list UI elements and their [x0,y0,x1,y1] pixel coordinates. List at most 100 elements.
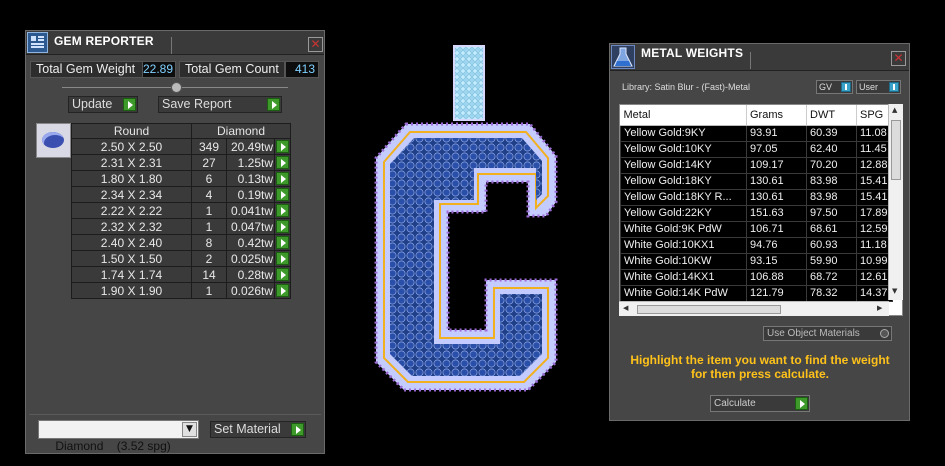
metal-name-cell: White Gold:10KW [620,252,747,270]
select-gem-button[interactable] [274,202,291,219]
metal-table-horizontal-scrollbar[interactable]: ◀ ▶ [619,301,889,316]
select-gem-button[interactable] [274,266,291,283]
gem-size-cell: 2.31 X 2.31 [71,154,192,171]
scroll-up-icon[interactable]: ▲ [892,106,897,114]
gem-table-row[interactable]: 1.50 X 1.50 2 0.025tw [71,250,291,267]
round-diamond-icon [42,132,64,148]
metal-grams-cell: 93.15 [746,252,807,270]
gem-table-row[interactable]: 1.90 X 1.90 1 0.026tw [71,282,291,299]
metal-table-row[interactable]: Yellow Gold:14KY 109.17 70.20 12.88 [620,156,893,174]
gem-size-cell: 2.32 X 2.32 [71,218,192,235]
gem-reporter-titlebar[interactable]: GEM REPORTER ✕ [26,31,324,55]
scroll-left-icon[interactable]: ◀ [623,304,628,312]
metal-table-container[interactable]: Metal Grams DWT SPG Yellow Gold:9KY 93.91… [619,104,903,316]
horizontal-scroll-thumb[interactable] [637,305,781,314]
metal-table-row[interactable]: White Gold:14KX1 106.88 68.72 12.61 [620,268,893,286]
gem-table-row[interactable]: 1.80 X 1.80 6 0.13tw [71,170,291,187]
gem-weight-cell: 0.026tw [226,282,275,299]
metal-table-row[interactable]: Yellow Gold:18KY R... 130.61 83.98 15.41 [620,188,893,206]
column-header-dwt[interactable]: DWT [806,105,857,126]
metal-name-cell: Yellow Gold:18KY [620,172,747,190]
set-material-button[interactable]: Set Material [210,421,306,438]
user-button[interactable]: User [856,80,901,94]
metal-table-row[interactable]: White Gold:9K PdW 106.71 68.61 12.59 [620,220,893,238]
metal-dwt-cell: 78.32 [806,284,857,302]
chevron-down-icon: ▼ [182,422,197,437]
use-object-materials-label: Use Object Materials [767,328,860,339]
select-gem-button[interactable] [274,154,291,171]
scroll-down-icon[interactable]: ▼ [892,287,897,295]
play-arrow-icon [291,423,304,436]
metal-name-cell: Yellow Gold:22KY [620,204,747,222]
gem-table-row[interactable]: 2.32 X 2.32 1 0.047tw [71,218,291,235]
metal-table-row[interactable]: White Gold:10KW 93.15 59.90 10.99 [620,252,893,270]
gem-thumbnail[interactable] [36,123,71,158]
metal-dwt-cell: 97.50 [806,204,857,222]
gem-table-row[interactable]: 2.34 X 2.34 4 0.19tw [71,186,291,203]
info-icon [889,82,899,92]
scroll-right-icon[interactable]: ▶ [877,304,882,312]
play-arrow-icon [795,397,808,410]
play-arrow-icon [276,284,289,297]
column-header-metal[interactable]: Metal [620,105,747,126]
metal-name-cell: Yellow Gold:9KY [620,124,747,142]
select-gem-button[interactable] [274,138,291,155]
library-label: Library: Satin Blur - (Fast)-Metal [622,82,751,92]
material-select[interactable]: Diamond (3.52 spg) ▼ [38,420,199,453]
gem-table-row[interactable]: 2.22 X 2.22 1 0.041tw [71,202,291,219]
update-button[interactable]: Update [68,96,138,113]
total-gem-count-value: 413 [285,61,319,78]
select-gem-button[interactable] [274,186,291,203]
gem-reporter-panel: GEM REPORTER ✕ Total Gem Weight 22.89 To… [25,30,325,454]
gem-reporter-close-icon[interactable]: ✕ [308,37,323,52]
gem-count-cell: 8 [191,234,227,251]
use-object-materials-toggle[interactable]: Use Object Materials [763,326,892,341]
vertical-scroll-thumb[interactable] [891,120,901,180]
pendant-bail[interactable] [453,45,485,121]
gem-table-row[interactable]: 2.50 X 2.50 349 20.49tw [71,138,291,155]
metal-table-row[interactable]: Yellow Gold:9KY 93.91 60.39 11.08 [620,124,893,142]
metal-grams-cell: 106.88 [746,268,807,286]
metal-table-row[interactable]: White Gold:14K PdW 121.79 78.32 14.37 [620,284,893,302]
gem-size-cell: 2.50 X 2.50 [71,138,192,155]
gem-table-row[interactable]: 2.31 X 2.31 27 1.25tw [71,154,291,171]
gem-count-cell: 1 [191,218,227,235]
save-report-button[interactable]: Save Report [158,96,282,113]
metal-weights-title: METAL WEIGHTS [641,46,744,60]
gem-count-cell: 4 [191,186,227,203]
play-arrow-icon [276,172,289,185]
select-gem-button[interactable] [274,250,291,267]
gv-button[interactable]: GV [816,80,853,94]
gem-count-cell: 1 [191,282,227,299]
metal-table-vertical-scrollbar[interactable]: ▲ ▼ [888,104,903,300]
metal-table-row[interactable]: Yellow Gold:10KY 97.05 62.40 11.45 [620,140,893,158]
pendant-viewport[interactable] [370,44,562,394]
select-gem-button[interactable] [274,170,291,187]
play-arrow-icon [276,140,289,153]
gem-reporter-logo-icon [27,32,48,53]
metal-weights-close-icon[interactable]: ✕ [891,51,906,66]
gem-table-row[interactable]: 1.74 X 1.74 14 0.28tw [71,266,291,283]
select-gem-button[interactable] [274,218,291,235]
metal-table-row[interactable]: Yellow Gold:18KY 130.61 83.98 15.41 [620,172,893,190]
gem-slider-handle[interactable] [171,82,182,93]
metal-weights-panel: METAL WEIGHTS ✕ Library: Satin Blur - (F… [609,43,910,421]
column-header-grams[interactable]: Grams [746,105,807,126]
metal-grams-cell: 130.61 [746,188,807,206]
select-gem-button[interactable] [274,234,291,251]
play-arrow-icon [123,98,136,111]
gem-count-cell: 349 [191,138,227,155]
metal-name-cell: White Gold:9K PdW [620,220,747,238]
gem-weight-cell: 1.25tw [226,154,275,171]
calculate-button[interactable]: Calculate [710,395,810,412]
metal-name-cell: White Gold:14K PdW [620,284,747,302]
select-gem-button[interactable] [274,282,291,299]
gem-table: Round Diamond 2.50 X 2.50 349 20.49tw 2.31 … [71,123,291,299]
metal-dwt-cell: 60.93 [806,236,857,254]
metal-table-row[interactable]: Yellow Gold:22KY 151.63 97.50 17.89 [620,204,893,222]
gem-count-cell: 14 [191,266,227,283]
metal-weights-titlebar[interactable]: METAL WEIGHTS ✕ [610,44,909,71]
gem-table-row[interactable]: 2.40 X 2.40 8 0.42tw [71,234,291,251]
metal-dwt-cell: 59.90 [806,252,857,270]
metal-table-row[interactable]: White Gold:10KX1 94.76 60.93 11.18 [620,236,893,254]
